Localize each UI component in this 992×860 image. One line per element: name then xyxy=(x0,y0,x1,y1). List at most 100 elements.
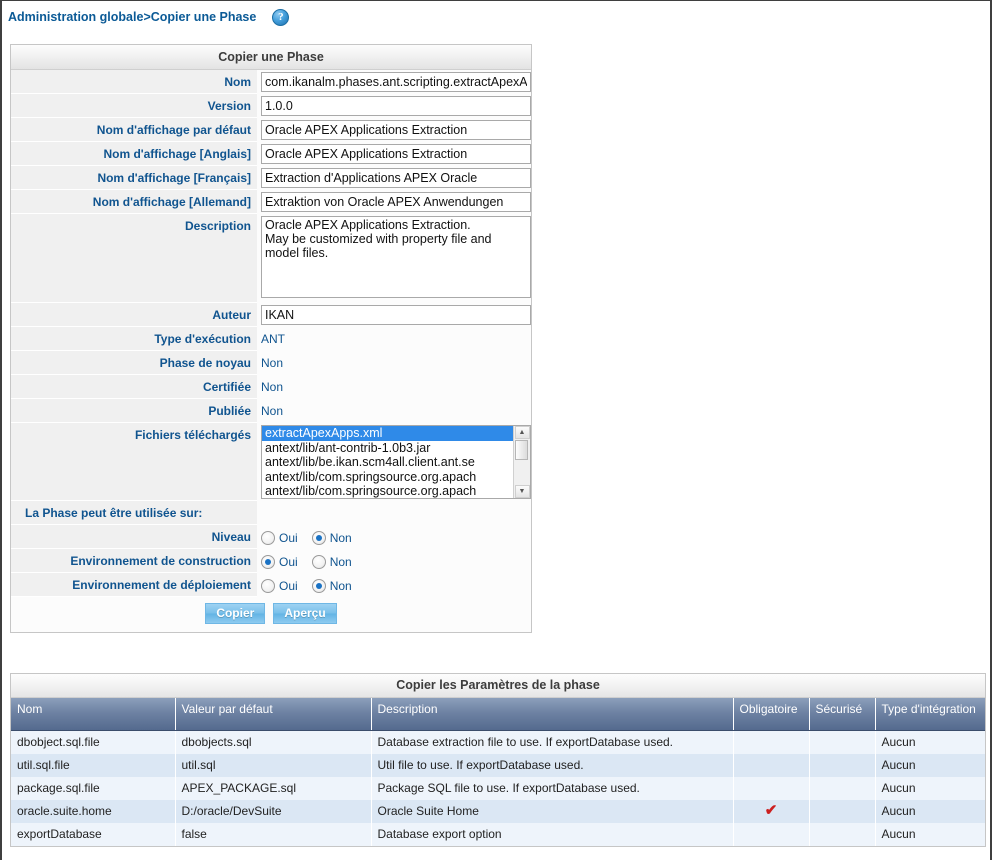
cell-type: Aucun xyxy=(881,826,916,841)
radio-option-yes[interactable]: Oui xyxy=(261,579,298,593)
breadcrumb: Administration globale > Copier une Phase … xyxy=(2,1,990,29)
label-version: Version xyxy=(11,94,257,118)
cell-description: Database export option xyxy=(371,822,734,846)
display-name-french-input[interactable] xyxy=(261,168,531,188)
params-table-title: Copier les Paramètres de la phase xyxy=(11,674,985,698)
uploaded-file-item[interactable]: extractApexApps.xml xyxy=(262,426,513,441)
label-core-phase: Phase de noyau xyxy=(11,351,257,375)
table-row[interactable]: util.sql.file util.sql Util file to use. I… xyxy=(11,753,985,777)
version-input[interactable] xyxy=(261,96,531,116)
radio-button-icon[interactable] xyxy=(311,579,326,593)
cell-obligatoire xyxy=(733,753,810,777)
value-display-en xyxy=(257,142,531,166)
radio-option-no[interactable]: Non xyxy=(311,531,352,545)
radio-button-icon[interactable] xyxy=(261,531,275,545)
breadcrumb-link-admin[interactable]: Administration globale xyxy=(8,10,143,24)
cell-type: Aucun xyxy=(881,757,916,772)
cell-securise xyxy=(809,730,876,754)
form-row-exec-type: Type d'exécution ANT xyxy=(11,327,531,351)
value-version xyxy=(257,94,531,118)
scrollbar-thumb[interactable] xyxy=(515,440,528,460)
copy-button[interactable]: Copier xyxy=(205,603,266,624)
cell-valeur: D:/oracle/DevSuite xyxy=(175,799,372,823)
value-core-phase: Non xyxy=(261,356,284,370)
usage-row-options: Oui Non xyxy=(257,525,531,547)
author-input[interactable] xyxy=(261,305,531,325)
form-row-certified: Certifiée Non xyxy=(11,375,531,399)
cell-securise xyxy=(809,776,876,800)
usage-row-options: Oui Non xyxy=(257,573,531,595)
label-display-fr: Nom d'affichage [Français] xyxy=(11,166,257,190)
usage-row-options: Oui Non xyxy=(257,549,531,571)
radio-button-icon[interactable] xyxy=(261,579,275,593)
scroll-down-icon[interactable]: ▼ xyxy=(514,485,530,498)
radio-option-no[interactable]: Non xyxy=(311,579,352,593)
col-header-valeur[interactable]: Valeur par défaut xyxy=(175,698,372,731)
label-auteur: Auteur xyxy=(11,303,257,327)
uploaded-file-item[interactable]: antext/lib/com.springsource.org.apach xyxy=(262,484,513,498)
radio-option-no[interactable]: Non xyxy=(311,555,352,569)
usage-rows-container: Niveau Oui Non Environnement de constructio… xyxy=(11,525,531,597)
params-table: Nom Valeur par défaut Description Obliga… xyxy=(11,698,985,846)
table-row[interactable]: exportDatabase false Database export optio… xyxy=(11,822,985,846)
form-row-version: Version xyxy=(11,94,531,118)
radio-option-label: Non xyxy=(329,579,352,593)
label-exec-type: Type d'exécution xyxy=(11,327,257,351)
help-circle-icon[interactable]: ? xyxy=(272,8,290,26)
usage-row: Environnement de déploiement Oui Non xyxy=(11,573,531,597)
radio-option-label: Non xyxy=(329,531,352,545)
radio-group: Oui Non xyxy=(261,527,531,545)
label-description: Description xyxy=(11,214,257,303)
cell-obligatoire xyxy=(733,822,810,846)
form-row-display-default: Nom d'affichage par défaut xyxy=(11,118,531,142)
cell-obligatoire xyxy=(733,776,810,800)
display-name-german-input[interactable] xyxy=(261,192,531,212)
value-certified: Non xyxy=(261,380,284,394)
col-header-type[interactable]: Type d'intégration xyxy=(875,698,985,731)
label-display-de: Nom d'affichage [Allemand] xyxy=(11,190,257,214)
radio-option-yes[interactable]: Oui xyxy=(261,555,298,569)
preview-button[interactable]: Aperçu xyxy=(273,603,337,624)
page-root: Administration globale > Copier une Phase … xyxy=(0,0,992,860)
col-header-obligatoire[interactable]: Obligatoire xyxy=(733,698,810,731)
params-table-head: Nom Valeur par défaut Description Obliga… xyxy=(11,698,985,731)
uploaded-file-item[interactable]: antext/lib/be.ikan.scm4all.client.ant.se xyxy=(262,455,513,470)
breadcrumb-link-current[interactable]: Copier une Phase xyxy=(151,10,257,24)
radio-button-icon[interactable] xyxy=(311,555,326,569)
label-display-default: Nom d'affichage par défaut xyxy=(11,118,257,142)
display-name-english-input[interactable] xyxy=(261,144,531,164)
radio-option-label: Oui xyxy=(279,531,298,545)
uploaded-files-listbox[interactable]: extractApexApps.xml antext/lib/ant-contri… xyxy=(261,425,531,499)
table-row[interactable]: oracle.suite.home D:/oracle/DevSuite Oracl… xyxy=(11,799,985,823)
nom-input[interactable] xyxy=(261,72,531,92)
display-name-default-input[interactable] xyxy=(261,120,531,140)
form-row-auteur: Auteur xyxy=(11,303,531,327)
cell-securise xyxy=(809,822,876,846)
listbox-scrollbar[interactable]: ▲ ▼ xyxy=(513,426,530,498)
uploaded-file-item[interactable]: antext/lib/com.springsource.org.apach xyxy=(262,470,513,485)
radio-option-yes[interactable]: Oui xyxy=(261,531,298,545)
table-row[interactable]: dbobject.sql.file dbobjects.sql Database e… xyxy=(11,730,985,754)
description-textarea[interactable]: Oracle APEX Applications Extraction. May… xyxy=(261,216,531,298)
col-header-nom[interactable]: Nom xyxy=(11,698,176,731)
cell-valeur: dbobjects.sql xyxy=(175,730,372,754)
radio-button-icon[interactable] xyxy=(311,531,326,545)
form-row-nom: Nom xyxy=(11,70,531,94)
value-uploaded-files: extractApexApps.xml antext/lib/ant-contri… xyxy=(257,423,531,501)
col-header-description[interactable]: Description xyxy=(371,698,734,731)
form-row-description: Description Oracle APEX Applications Ext… xyxy=(11,214,531,303)
uploaded-files-list[interactable]: extractApexApps.xml antext/lib/ant-contri… xyxy=(262,426,513,498)
value-display-de xyxy=(257,190,531,214)
scroll-up-icon[interactable]: ▲ xyxy=(514,426,530,439)
col-header-securise[interactable]: Sécurisé xyxy=(809,698,876,731)
value-description: Oracle APEX Applications Extraction. May… xyxy=(257,214,531,303)
radio-option-label: Oui xyxy=(279,579,298,593)
form-row-files: Fichiers téléchargés extractApexApps.xml… xyxy=(11,423,531,501)
radio-button-icon[interactable] xyxy=(261,555,275,569)
form-panel-title: Copier une Phase xyxy=(11,45,531,70)
cell-nom: dbobject.sql.file xyxy=(11,730,176,754)
label-display-en: Nom d'affichage [Anglais] xyxy=(11,142,257,166)
uploaded-file-item[interactable]: antext/lib/ant-contrib-1.0b3.jar xyxy=(262,441,513,456)
table-row[interactable]: package.sql.file APEX_PACKAGE.sql Package … xyxy=(11,776,985,800)
cell-securise xyxy=(809,799,876,823)
